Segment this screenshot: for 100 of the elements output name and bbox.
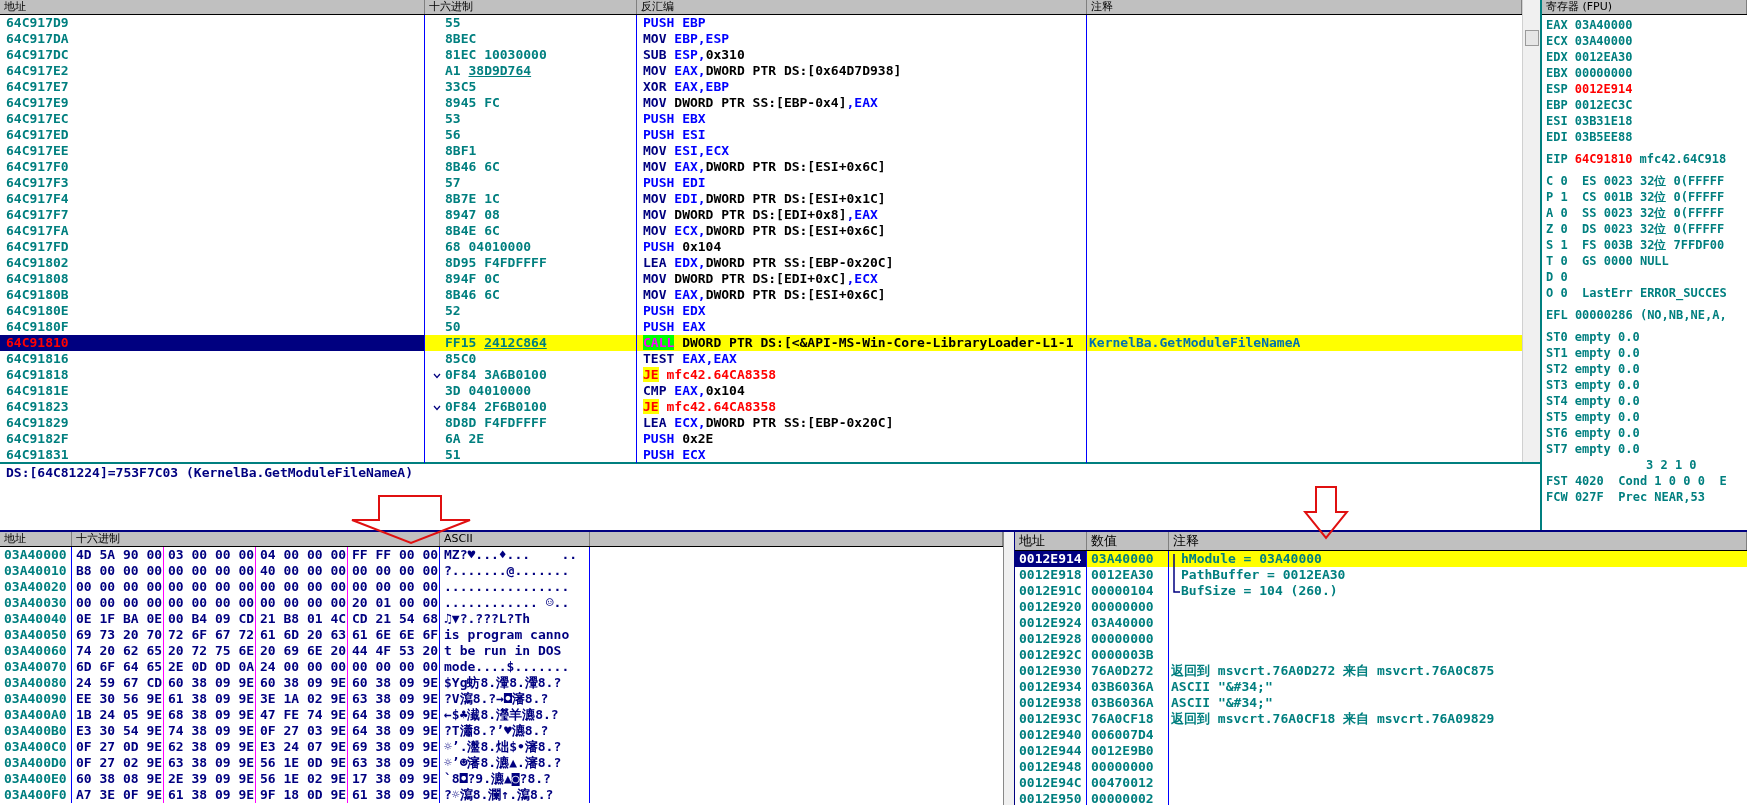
hex-cell: A1 38D9D764: [425, 63, 637, 79]
address-cell: 03A40070: [0, 659, 72, 675]
register-value: empty 0.0: [1574, 361, 1640, 377]
register-value[interactable]: 03A40000: [1574, 33, 1633, 49]
disassembly-cell: PUSH EDX: [637, 303, 1087, 319]
hex-cell: 57: [425, 175, 637, 191]
hex-bytes-cell: 20 69 6E 20: [256, 643, 348, 659]
hex-bytes-cell: 00 00 00 00: [164, 579, 256, 595]
register-value: empty 0.0: [1574, 441, 1640, 457]
register-value[interactable]: 03A40000: [1574, 17, 1633, 33]
value-cell: 00000002: [1087, 791, 1169, 805]
column-header[interactable]: 数值: [1087, 532, 1169, 550]
register-value[interactable]: 0012EA30: [1574, 49, 1633, 65]
address-cell: 64C917F3: [0, 175, 425, 191]
hex-bytes-cell: 17 38 09 9E: [348, 771, 440, 787]
disassembly-cell: MOV EBP,ESP: [637, 31, 1087, 47]
comment-cell: hModule = 03A40000: [1169, 551, 1747, 567]
hex-cell: 3D 04010000: [425, 383, 637, 399]
ascii-cell: MZ?♥...♦... ..: [440, 547, 590, 563]
hex-bytes-cell: FF FF 00 00: [348, 547, 440, 563]
column-header[interactable]: 地址: [0, 0, 425, 14]
disassembly-cell: PUSH EBX: [637, 111, 1087, 127]
address-cell: 03A40000: [0, 547, 72, 563]
column-header[interactable]: 地址: [0, 532, 72, 546]
hex-bytes-cell: 03 00 00 00: [164, 547, 256, 563]
column-header[interactable]: ASCII: [440, 532, 590, 546]
register-value[interactable]: 00000000: [1574, 65, 1633, 81]
hex-bytes-cell: 63 38 09 9E: [348, 691, 440, 707]
register-value: empty 0.0: [1574, 329, 1640, 345]
column-header[interactable]: 地址: [1015, 532, 1087, 550]
hex-bytes-cell: 2E 0D 0D 0A: [164, 659, 256, 675]
register-name: ST0: [1546, 329, 1568, 345]
register-name: ECX: [1546, 33, 1568, 49]
hex-cell: 8BF1: [425, 143, 637, 159]
ascii-cell: ♫▼?.???L?Th: [440, 611, 590, 627]
address-cell: 0012E93C: [1015, 711, 1087, 727]
address-cell: 0012E924: [1015, 615, 1087, 631]
scrollbar[interactable]: [1004, 532, 1015, 805]
address-cell: 0012E938: [1015, 695, 1087, 711]
register-value[interactable]: 0012EC3C: [1574, 97, 1633, 113]
ascii-cell: ?V瀉8.?→◘瀋8.?: [440, 691, 590, 707]
register-value[interactable]: 64C91810: [1574, 151, 1633, 167]
hex-bytes-cell: 64 38 09 9E: [348, 707, 440, 723]
register-name: ESP: [1546, 81, 1568, 97]
down-arrow-icon: [1303, 486, 1349, 540]
hex-bytes-cell: 0F 27 0D 9E: [72, 739, 164, 755]
register-value[interactable]: 03B5EE88: [1574, 129, 1633, 145]
comment-cell-text: ASCII "&#34;": [1170, 695, 1274, 711]
register-value: empty 0.0: [1574, 345, 1640, 361]
comment-cell: BufSize = 104 (260.): [1169, 583, 1747, 599]
register-value[interactable]: 0012E914: [1574, 81, 1633, 97]
address-cell: 0012E918: [1015, 567, 1087, 583]
hex-bytes-cell: 40 00 00 00: [256, 563, 348, 579]
panel-title: 寄存器 (FPU): [1542, 0, 1747, 14]
address-cell: 64C9181E: [0, 383, 425, 399]
hex-bytes-cell: 69 38 09 9E: [348, 739, 440, 755]
hex-cell: 56: [425, 127, 637, 143]
scrollbar-thumb[interactable]: [1524, 30, 1539, 46]
hex-bytes-cell: 56 1E 02 9E: [256, 771, 348, 787]
flag-line: P 1 CS 001B 32位 0(FFFFF: [1546, 189, 1725, 205]
hex-cell: 6A 2E: [425, 431, 637, 447]
hex-bytes-cell: 56 1E 0D 9E: [256, 755, 348, 771]
hex-bytes-cell: 21 B8 01 4C: [256, 611, 348, 627]
hex-bytes-cell: CD 21 54 68: [348, 611, 440, 627]
register-name: EBP: [1546, 97, 1568, 113]
ascii-cell: is program canno: [440, 627, 590, 643]
address-cell: 64C9182F: [0, 431, 425, 447]
address-cell: 03A40050: [0, 627, 72, 643]
value-cell: 00470012: [1087, 775, 1169, 791]
disassembly-cell: PUSH EBP: [637, 15, 1087, 31]
column-header[interactable]: 注释: [1169, 532, 1747, 550]
register-name: ST7: [1546, 441, 1568, 457]
hex-cell: 52: [425, 303, 637, 319]
hex-bytes-cell: 20 72 75 6E: [164, 643, 256, 659]
fpu-status-line: 3 2 1 0: [1646, 457, 1697, 473]
hex-bytes-cell: 0F 27 02 9E: [72, 755, 164, 771]
address-cell: 0012E914: [1015, 551, 1087, 567]
address-cell: 64C917D9: [0, 15, 425, 31]
hex-cell: 0F84 3A6B0100: [425, 367, 637, 383]
ascii-cell: ............ ☺..: [440, 595, 590, 611]
address-cell: 0012E94C: [1015, 775, 1087, 791]
register-value[interactable]: 03B31E18: [1574, 113, 1633, 129]
disassembly-cell: MOV ECX,DWORD PTR DS:[ESI+0x6C]: [637, 223, 1087, 239]
hex-bytes-cell: 24 00 00 00: [256, 659, 348, 675]
address-cell: 64C91818: [0, 367, 425, 383]
hex-bytes-cell: 60 38 09 9E: [348, 675, 440, 691]
hex-bytes-cell: 0E 1F BA 0E: [72, 611, 164, 627]
hex-cell: 85C0: [425, 351, 637, 367]
value-cell: 006007D4: [1087, 727, 1169, 743]
hex-bytes-cell: 00 00 00 00: [164, 595, 256, 611]
address-cell: 0012E92C: [1015, 647, 1087, 663]
column-header[interactable]: 十六进制: [425, 0, 637, 14]
address-cell: 64C917EC: [0, 111, 425, 127]
address-cell: 03A400C0: [0, 739, 72, 755]
disassembly-cell: PUSH ECX: [637, 447, 1087, 463]
hex-cell: 8B4E 6C: [425, 223, 637, 239]
column-header[interactable]: 十六进制: [72, 532, 440, 546]
register-name: ESI: [1546, 113, 1568, 129]
register-name: EIP: [1546, 151, 1568, 167]
column-header[interactable]: 反汇编: [637, 0, 1087, 14]
